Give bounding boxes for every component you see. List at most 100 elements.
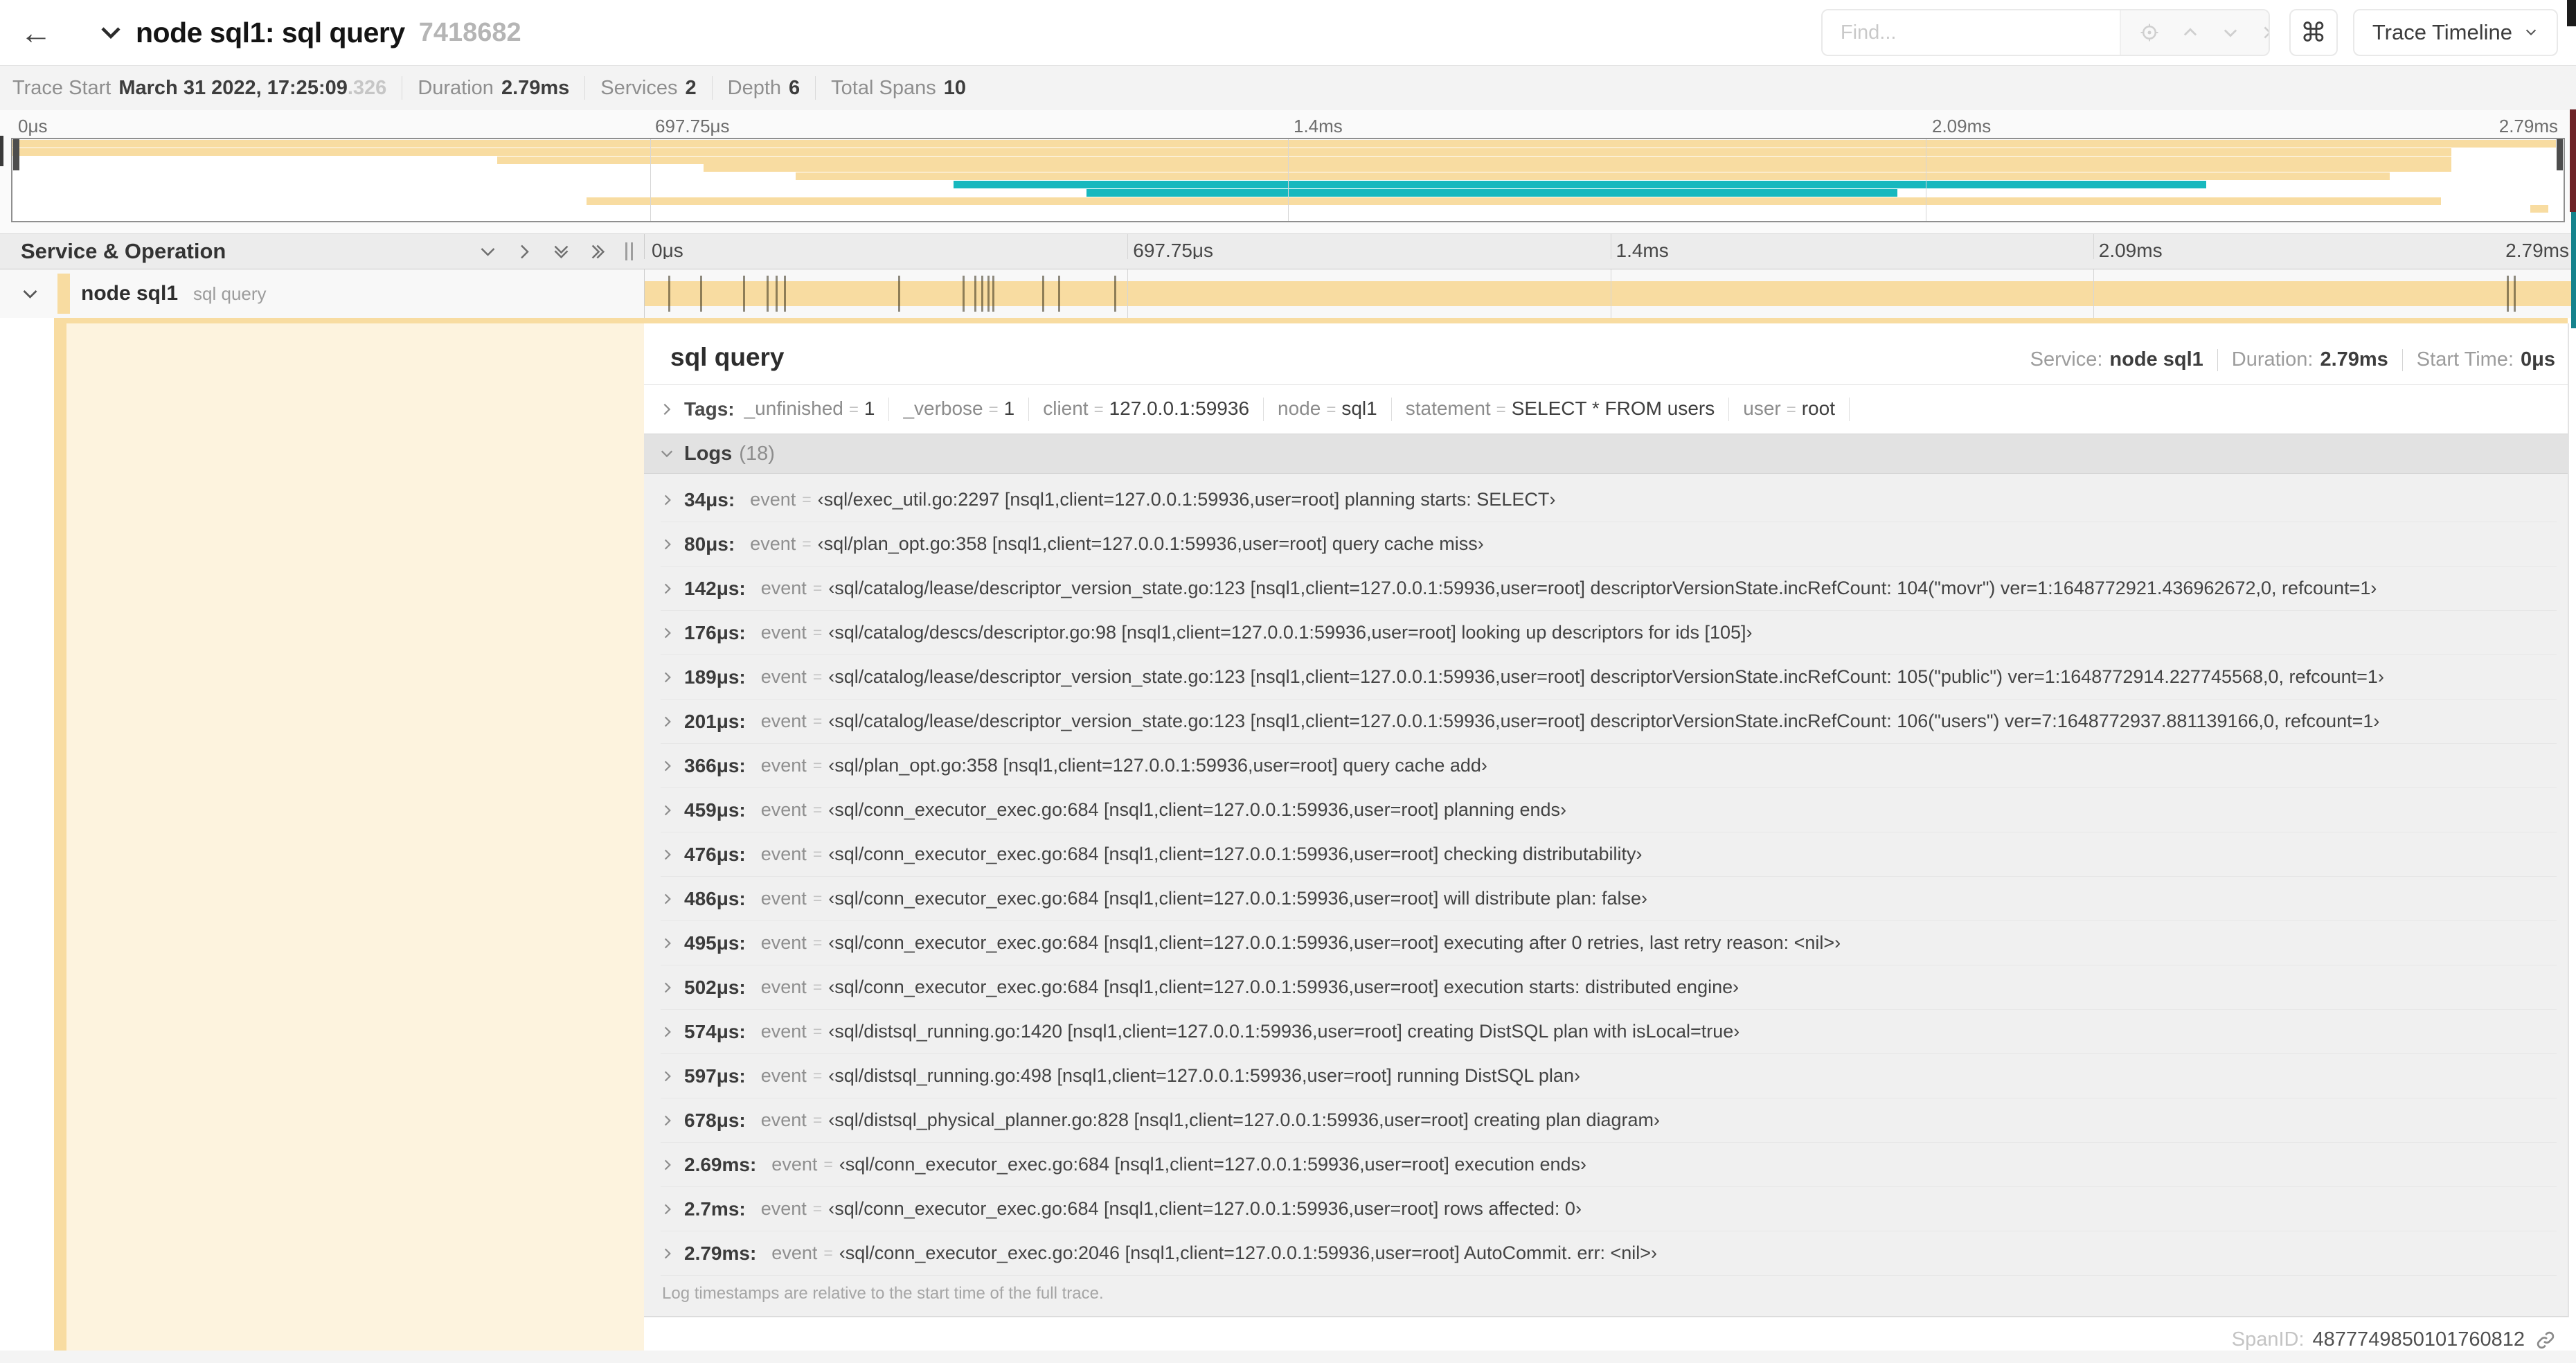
minimap-right-scrubber[interactable] [2557,139,2563,170]
find-next-icon[interactable] [2221,23,2240,42]
equals-sign: = [823,1155,833,1173]
equals-sign: = [812,1200,823,1218]
log-entry-row[interactable]: 142μs: event = ‹sql/catalog/lease/descri… [661,567,2557,611]
log-marker-tick [766,276,769,312]
tag-item: _verbose = 1 [903,398,1043,421]
span-row[interactable]: node sql1 sql query [0,269,2576,318]
log-event-value: ‹sql/catalog/lease/descriptor_version_st… [828,711,2380,731]
log-entry-row[interactable]: 495μs: event = ‹sql/conn_executor_exec.g… [661,921,2557,965]
equals-sign: = [812,579,823,597]
ruler-tick-label: 2.79ms [2505,240,2569,259]
locate-icon[interactable] [2139,22,2160,43]
find-input[interactable] [1822,10,2120,55]
log-event-value: ‹sql/conn_executor_exec.go:2046 [nsql1,c… [839,1242,1658,1263]
find-prev-icon[interactable] [2181,23,2200,42]
minimap-span-bar [497,156,2451,164]
span-operation-name[interactable]: sql query [193,283,267,305]
back-button[interactable]: ← [14,10,58,55]
ruler-tick-label: 1.4ms [1616,240,1669,259]
log-timestamp: 142μs: [684,577,746,599]
log-entry-row[interactable]: 201μs: event = ‹sql/catalog/lease/descri… [661,700,2557,744]
column-resizer-handle[interactable] [625,242,633,260]
collapse-all-icon[interactable] [589,242,607,261]
equals-sign: = [812,668,823,686]
trace-id: 7418682 [418,17,521,47]
clear-find-icon[interactable] [2261,24,2269,42]
equals-sign: = [812,1067,823,1085]
minimap-gridline [650,139,651,221]
log-marker-tick [981,276,983,312]
log-timestamp: 189μs: [684,666,746,688]
timeline-gridline [1127,269,1129,318]
log-entry-row[interactable]: 34μs: event = ‹sql/exec_util.go:2297 [ns… [661,478,2557,522]
edge-artifact-teal [2571,212,2576,328]
tag-value: 127.0.0.1:59936 [1109,398,1250,419]
log-entry-row[interactable]: 502μs: event = ‹sql/conn_executor_exec.g… [661,965,2557,1010]
log-field-name: event [760,755,807,776]
log-field-name: event [760,1110,807,1130]
log-entry-row[interactable]: 176μs: event = ‹sql/catalog/descs/descri… [661,611,2557,655]
log-event-value: ‹sql/plan_opt.go:358 [nsql1,client=127.0… [817,533,1484,554]
chevron-right-icon [661,1069,674,1083]
tag-key: node [1278,398,1321,419]
tag-value: sql1 [1341,398,1377,419]
keyboard-shortcuts-button[interactable]: ⌘ [2289,9,2338,56]
log-entry-row[interactable]: 80μs: event = ‹sql/plan_opt.go:358 [nsql… [661,522,2557,567]
log-marker-tick [668,276,671,312]
log-entry-row[interactable]: 486μs: event = ‹sql/conn_executor_exec.g… [661,877,2557,921]
equals-sign: = [1496,400,1506,419]
expand-all-icon[interactable] [552,242,571,261]
chevron-right-icon [661,1247,674,1260]
log-field-name: event [760,1198,807,1219]
span-color-strip [54,318,66,1351]
log-marker-tick [775,276,778,312]
log-timestamp: 366μs: [684,754,746,776]
logs-list: 34μs: event = ‹sql/exec_util.go:2297 [ns… [644,474,2568,1316]
minimap-canvas[interactable] [11,138,2565,222]
log-event-value: ‹sql/conn_executor_exec.go:684 [nsql1,cl… [828,844,1643,864]
log-marker-tick [992,276,994,312]
expand-one-level-icon[interactable] [478,242,497,261]
log-entry-row[interactable]: 574μs: event = ‹sql/distsql_running.go:1… [661,1010,2557,1054]
ruler-tick-label: 2.09ms [1932,116,1992,136]
deep-link-icon[interactable] [2534,1329,2557,1351]
log-entry-row[interactable]: 476μs: event = ‹sql/conn_executor_exec.g… [661,832,2557,877]
tag-key: _unfinished [744,398,843,419]
log-entry-row[interactable]: 189μs: event = ‹sql/catalog/lease/descri… [661,655,2557,700]
equals-sign: = [812,801,823,819]
logs-accordion-header[interactable]: Logs (18) [644,434,2568,474]
service-value: node sql1 [2109,348,2203,371]
trace-view-selector[interactable]: Trace Timeline [2352,9,2558,56]
log-marker-tick [2513,276,2516,312]
chevron-right-icon [661,670,674,684]
log-event-value: ‹sql/distsql_running.go:498 [nsql1,clien… [828,1065,1580,1086]
tags-accordion[interactable]: Tags: _unfinished = 1 _verbose = 1 clien… [644,385,2568,434]
trace-start-fraction: .326 [347,76,387,99]
log-marker-tick [783,276,786,312]
log-timestamp: 495μs: [684,932,746,954]
collapse-children-chevron-icon[interactable] [21,285,39,303]
log-timestamp: 80μs: [684,533,735,555]
total-spans-value: 10 [943,76,966,99]
tag-key: _verbose [903,398,983,419]
log-marker-tick [987,276,990,312]
log-entry-row[interactable]: 366μs: event = ‹sql/plan_opt.go:358 [nsq… [661,744,2557,788]
log-entry-row[interactable]: 678μs: event = ‹sql/distsql_physical_pla… [661,1098,2557,1143]
log-timestamp: 597μs: [684,1064,746,1087]
span-service-name[interactable]: node sql1 [81,282,178,305]
collapse-trace-chevron-icon[interactable] [98,20,123,45]
log-event-value: ‹sql/plan_opt.go:358 [nsql1,client=127.0… [828,755,1487,776]
log-event-value: ‹sql/exec_util.go:2297 [nsql1,client=127… [817,489,1556,510]
span-timeline-cell[interactable] [644,269,2576,318]
log-entry-row[interactable]: 459μs: event = ‹sql/conn_executor_exec.g… [661,788,2557,832]
collapse-one-level-icon[interactable] [515,242,534,261]
log-field-name: event [760,666,807,687]
log-entry-row[interactable]: 2.79ms: event = ‹sql/conn_executor_exec.… [661,1231,2557,1276]
log-event-value: ‹sql/conn_executor_exec.go:684 [nsql1,cl… [828,932,1841,953]
log-marker-tick [974,276,976,312]
minimap-left-scrubber[interactable] [13,139,19,170]
log-entry-row[interactable]: 2.7ms: event = ‹sql/conn_executor_exec.g… [661,1187,2557,1231]
trace-start-value: March 31 2022, 17:25:09 [118,76,348,99]
log-entry-row[interactable]: 2.69ms: event = ‹sql/conn_executor_exec.… [661,1143,2557,1187]
log-entry-row[interactable]: 597μs: event = ‹sql/distsql_running.go:4… [661,1054,2557,1098]
